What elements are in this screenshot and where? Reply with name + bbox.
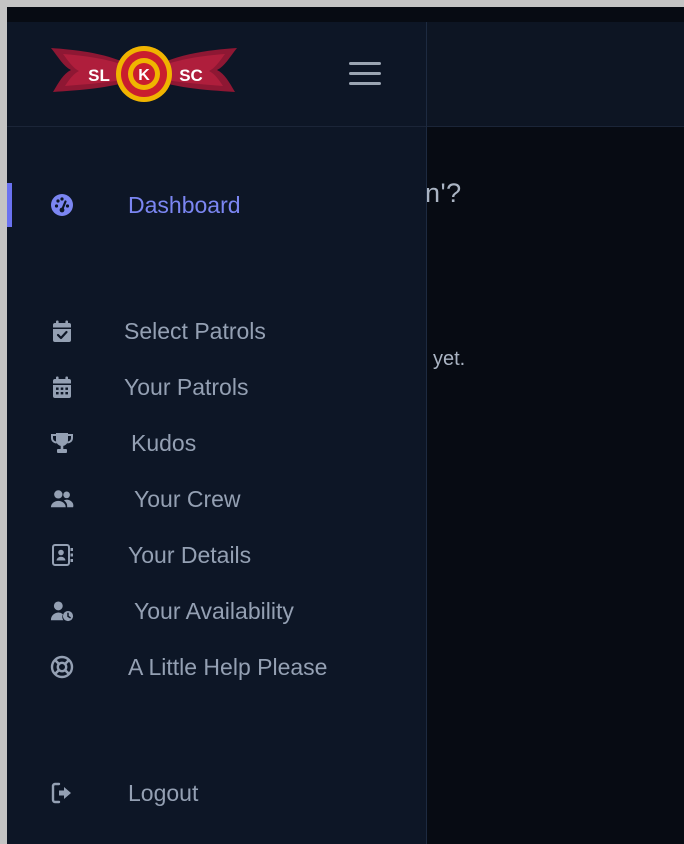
sidebar-item-your-crew[interactable]: Your Crew <box>7 477 426 521</box>
sidebar: SL K SC Dashboard Select Patrols Your Pa… <box>7 22 427 844</box>
app-viewport: n'? yet. SL K SC Dashboard Select Patrol… <box>7 7 684 844</box>
sidebar-item-label: Kudos <box>131 430 197 456</box>
trophy-icon <box>49 431 75 455</box>
users-icon <box>49 487 75 511</box>
sidebar-item-label: Your Crew <box>134 486 241 512</box>
sidebar-item-kudos[interactable]: Kudos <box>7 421 426 465</box>
sidebar-item-logout[interactable]: Logout <box>7 771 426 815</box>
hamburger-line <box>349 62 381 65</box>
sidebar-item-label: Your Patrols <box>124 374 249 400</box>
sidebar-item-label: Select Patrols <box>124 318 266 344</box>
calendar-check-icon <box>49 319 75 343</box>
calendar-grid-icon <box>49 375 75 399</box>
page-body-fragment: yet. <box>433 348 466 370</box>
logo-left-text: SL <box>88 66 110 85</box>
menu-toggle-button[interactable] <box>347 60 383 88</box>
sidebar-item-help[interactable]: A Little Help Please <box>7 645 426 689</box>
logout-label: Logout <box>128 780 199 806</box>
hamburger-line <box>349 72 381 75</box>
sidebar-item-label: Dashboard <box>128 192 241 218</box>
sidebar-header: SL K SC <box>7 22 426 127</box>
sidebar-item-your-patrols[interactable]: Your Patrols <box>7 365 426 409</box>
address-book-icon <box>49 543 75 567</box>
dashboard-gauge-icon <box>49 193 75 217</box>
club-logo[interactable]: SL K SC <box>49 42 239 106</box>
sidebar-item-your-availability[interactable]: Your Availability <box>7 589 426 633</box>
logo-center-text: K <box>138 67 150 84</box>
sidebar-item-label: Your Details <box>128 542 252 568</box>
sidebar-item-dashboard[interactable]: Dashboard <box>7 183 426 227</box>
logout-icon <box>49 781 75 805</box>
sidebar-item-label: A Little Help Please <box>128 654 328 680</box>
sidebar-item-select-patrols[interactable]: Select Patrols <box>7 309 426 353</box>
life-ring-icon <box>49 655 75 679</box>
logo-right-text: SC <box>179 66 203 85</box>
user-clock-icon <box>49 599 75 623</box>
sidebar-item-your-details[interactable]: Your Details <box>7 533 426 577</box>
sidebar-item-label: Your Availability <box>134 598 294 624</box>
page-heading-fragment: n'? <box>425 178 462 208</box>
active-indicator <box>7 183 12 227</box>
hamburger-line <box>349 82 381 85</box>
